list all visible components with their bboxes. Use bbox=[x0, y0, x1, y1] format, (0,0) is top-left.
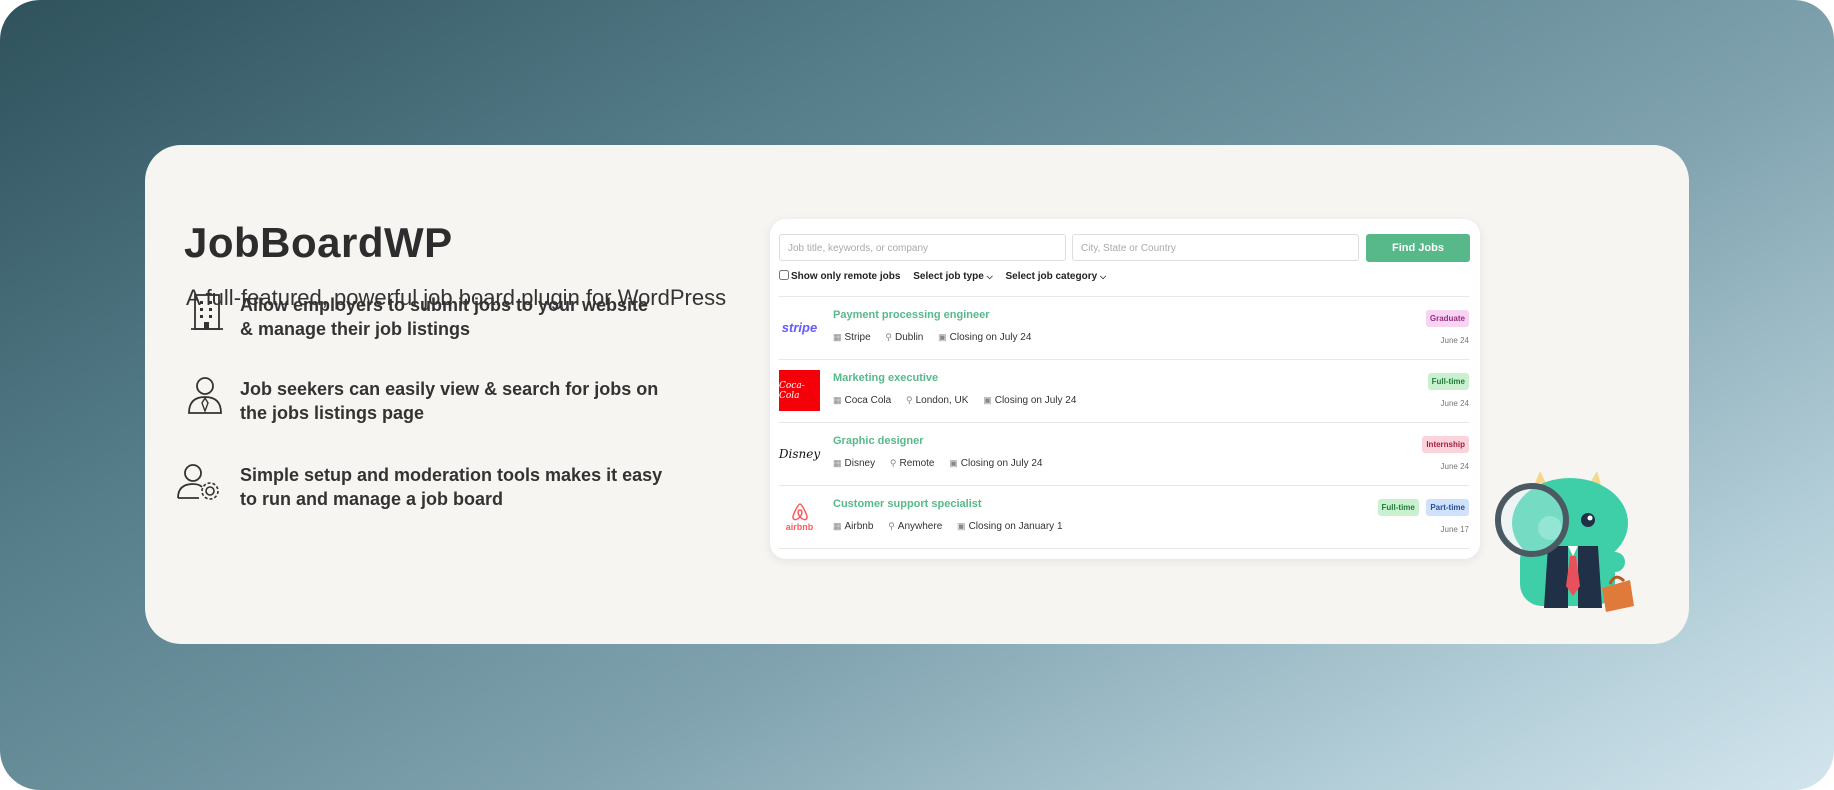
tag-internship: Internship bbox=[1422, 436, 1469, 453]
page-background: JobBoardWP A full-featured, powerful job… bbox=[0, 0, 1834, 790]
feature-text: Simple setup and moderation tools makes … bbox=[240, 465, 663, 509]
job-seeker-icon bbox=[188, 377, 222, 414]
job-title[interactable]: Customer support specialist bbox=[833, 498, 982, 510]
find-jobs-button[interactable]: Find Jobs bbox=[1366, 234, 1470, 262]
keywords-input[interactable]: Job title, keywords, or company bbox=[779, 234, 1066, 261]
map-pin-icon: ⚲ bbox=[889, 458, 897, 468]
building-icon: ▦ bbox=[833, 332, 842, 342]
tag-graduate: Graduate bbox=[1425, 310, 1469, 327]
job-board-preview: Job title, keywords, or company City, St… bbox=[770, 219, 1480, 559]
location-input[interactable]: City, State or Country bbox=[1072, 234, 1359, 261]
coca-cola-logo: Coca-Cola bbox=[779, 370, 820, 411]
job-meta: ▦ Disney ⚲ Remote ▣ Closing on July 24 bbox=[833, 458, 1043, 469]
calendar-icon: ▣ bbox=[957, 521, 966, 531]
chevron-down-icon: ⌵ bbox=[1099, 272, 1107, 281]
job-date: June 24 bbox=[1440, 399, 1469, 408]
job-tags: Full-time Part-time bbox=[1375, 497, 1469, 516]
job-title[interactable]: Graphic designer bbox=[833, 435, 923, 447]
job-meta: ▦ Stripe ⚲ Dublin ▣ Closing on July 24 bbox=[833, 332, 1032, 343]
building-icon bbox=[191, 294, 223, 330]
stripe-logo: stripe bbox=[781, 320, 818, 335]
job-type-select[interactable]: Select job type ⌵ bbox=[913, 271, 992, 282]
airbnb-icon bbox=[791, 502, 808, 520]
airbnb-logo: airbnb bbox=[779, 496, 820, 537]
feature-text: Allow employers to submit jobs to your w… bbox=[240, 295, 649, 339]
feature-job-seekers: Job seekers can easily view & search for… bbox=[180, 375, 700, 435]
job-title[interactable]: Payment processing engineer bbox=[833, 309, 990, 321]
map-pin-icon: ⚲ bbox=[906, 395, 913, 405]
building-icon: ▦ bbox=[833, 458, 842, 468]
calendar-icon: ▣ bbox=[938, 332, 947, 342]
job-date: June 24 bbox=[1440, 462, 1469, 471]
job-tags: Internship bbox=[1419, 434, 1469, 453]
job-date: June 17 bbox=[1440, 525, 1469, 534]
tag-full-time: Full-time bbox=[1377, 499, 1419, 516]
map-pin-icon: ⚲ bbox=[888, 521, 895, 531]
user-settings-icon bbox=[177, 464, 219, 500]
building-icon: ▦ bbox=[833, 521, 842, 531]
divider bbox=[779, 548, 1469, 549]
tag-full-time: Full-time bbox=[1427, 373, 1469, 390]
remote-label: Show only remote jobs bbox=[791, 271, 901, 282]
remote-checkbox[interactable] bbox=[779, 270, 789, 280]
feature-setup: Simple setup and moderation tools makes … bbox=[175, 461, 695, 521]
monster-mascot-icon bbox=[1495, 471, 1634, 612]
job-row[interactable]: Coca-Cola Marketing executive ▦ Coca Cola… bbox=[779, 360, 1469, 422]
job-row[interactable]: airbnb Customer support specialist ▦ Airb… bbox=[779, 486, 1469, 548]
building-icon: ▦ bbox=[833, 395, 842, 405]
job-tags: Graduate bbox=[1423, 308, 1469, 327]
job-title[interactable]: Marketing executive bbox=[833, 372, 938, 384]
feature-text: Job seekers can easily view & search for… bbox=[240, 379, 659, 423]
job-tags: Full-time bbox=[1425, 371, 1469, 390]
job-date: June 24 bbox=[1440, 336, 1469, 345]
page-title: JobBoardWP bbox=[184, 219, 453, 266]
tag-part-time: Part-time bbox=[1426, 499, 1469, 516]
filters-bar: Show only remote jobs Select job type ⌵ … bbox=[779, 270, 1106, 282]
feature-employers: Allow employers to submit jobs to your w… bbox=[180, 291, 700, 351]
job-meta: ▦ Coca Cola ⚲ London, UK ▣ Closing on July … bbox=[833, 395, 1077, 406]
job-row[interactable]: Disney Graphic designer ▦ Disney ⚲ Remote … bbox=[779, 423, 1469, 485]
calendar-icon: ▣ bbox=[983, 395, 992, 405]
job-meta: ▦ Airbnb ⚲ Anywhere ▣ Closing on January 1 bbox=[833, 521, 1063, 532]
map-pin-icon: ⚲ bbox=[885, 332, 893, 342]
calendar-icon: ▣ bbox=[949, 458, 958, 468]
job-row[interactable]: stripe Payment processing engineer ▦ Stri… bbox=[779, 297, 1469, 359]
job-category-select[interactable]: Select job category ⌵ bbox=[1005, 271, 1106, 282]
disney-logo: Disney bbox=[778, 446, 821, 461]
hero-card: JobBoardWP A full-featured, powerful job… bbox=[145, 145, 1689, 644]
chevron-down-icon: ⌵ bbox=[986, 272, 993, 281]
